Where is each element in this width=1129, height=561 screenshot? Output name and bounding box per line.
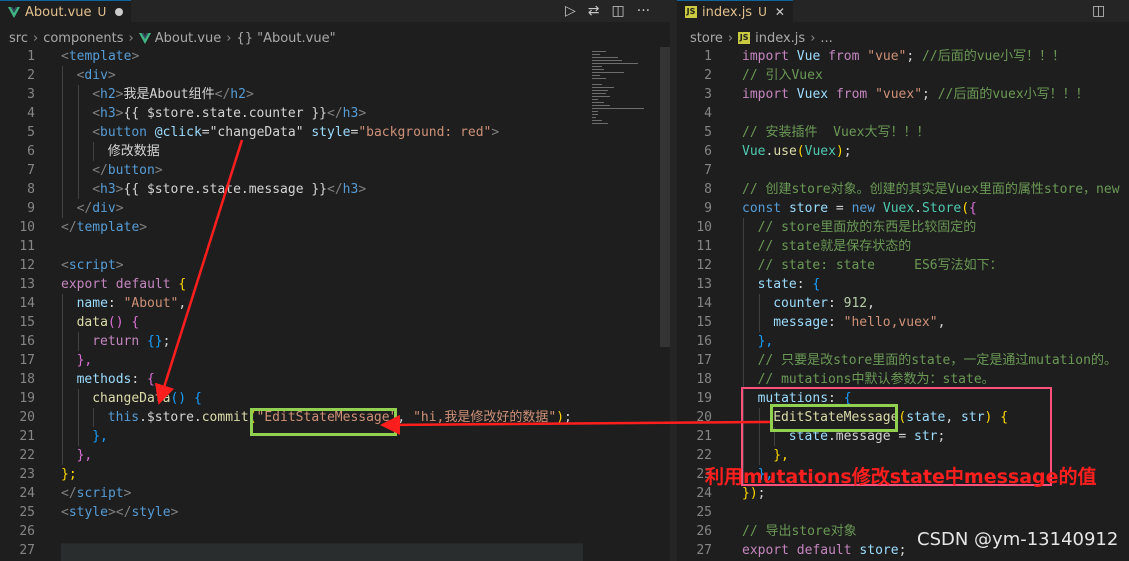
annotation-label: 利用mutations修改state中message的值 <box>705 466 1097 488</box>
arrow-mutation-to-commit <box>380 414 771 435</box>
watermark: CSDN @ym-13140912 <box>917 529 1119 550</box>
arrow-click-to-method <box>154 139 244 405</box>
